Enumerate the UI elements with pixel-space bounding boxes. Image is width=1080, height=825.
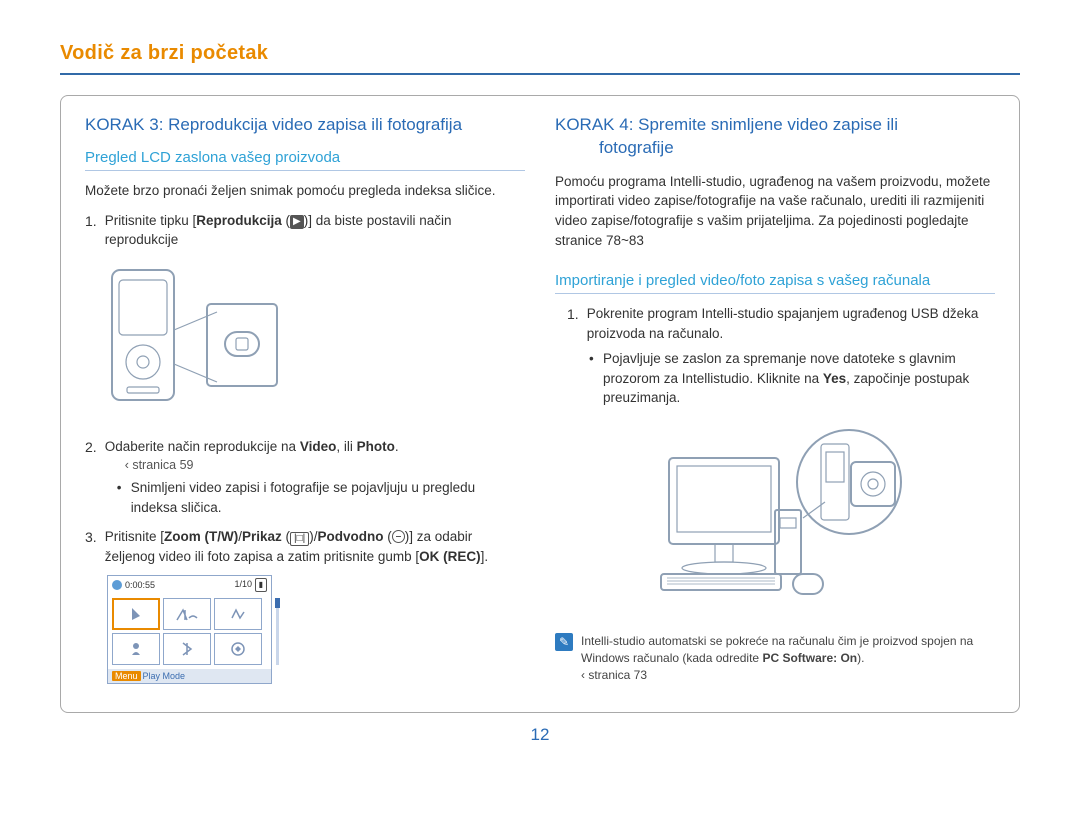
thumb-2 xyxy=(163,598,211,630)
step4-title-l2: fotografije xyxy=(555,137,674,160)
item3-b4: OK (REC) xyxy=(419,549,481,564)
step4-title-l1: KORAK 4: Spremite snimljene video zapise… xyxy=(555,115,898,134)
item1-bold: Reprodukcija xyxy=(196,213,282,228)
lcd-mode-label: Play Mode xyxy=(143,671,186,681)
rec-dot-icon xyxy=(112,580,122,590)
computer-figure xyxy=(555,422,995,615)
item3-mid1: (|□|)/ xyxy=(282,529,318,544)
num-3: 3. xyxy=(85,527,97,566)
item2-ref: ‹ stranica 59 xyxy=(125,456,525,474)
step4-title: KORAK 4: Spremite snimljene video zapise… xyxy=(555,114,995,160)
step3-title: KORAK 3: Reprodukcija video zapisa ili f… xyxy=(85,114,525,137)
note-b: PC Software: On xyxy=(762,651,857,665)
item3-b3: Podvodno xyxy=(318,529,384,544)
thumb-4 xyxy=(112,633,160,665)
step3-item1: 1. Pritisnite tipku [Reprodukcija (▶)] d… xyxy=(85,211,525,250)
r-num-1: 1. xyxy=(567,304,579,343)
item2-b1: Video xyxy=(300,439,337,454)
menu-tag: Menu xyxy=(112,671,141,681)
lcd-thumb-grid xyxy=(108,594,271,669)
item3-b1: Zoom (T/W) xyxy=(164,529,238,544)
note-icon: ✎ xyxy=(555,633,573,651)
item2-bullet: Snimljeni video zapisi i fotografije se … xyxy=(111,478,525,517)
lcd-preview: 0:00:55 1/10 ▮ MenuPlay Mode xyxy=(107,575,272,684)
step3-intro: Možete brzo pronaći željen snimak pomoću… xyxy=(85,181,525,201)
lcd-top-bar: 0:00:55 1/10 ▮ xyxy=(108,576,271,594)
note-post: ). xyxy=(857,651,864,665)
right-column: KORAK 4: Spremite snimljene video zapise… xyxy=(555,114,995,684)
step4-subtitle: Importiranje i pregled video/foto zapisa… xyxy=(555,272,995,294)
left-column: KORAK 3: Reprodukcija video zapisa ili f… xyxy=(85,114,525,684)
num-2: 2. xyxy=(85,437,97,522)
item2-b2: Photo xyxy=(357,439,395,454)
note-row: ✎ Intelli-studio automatski se pokreće n… xyxy=(555,633,995,683)
num-1: 1. xyxy=(85,211,97,250)
page-title: Vodič za brzi početak xyxy=(60,42,1020,65)
bullet-b: Yes xyxy=(823,371,846,386)
item3-b2: Prikaz xyxy=(242,529,282,544)
item1-pre: Pritisnite tipku [ xyxy=(105,213,197,228)
r-item1-text: Pokrenite program Intelli-studio spajanj… xyxy=(587,304,995,343)
thumb-5 xyxy=(163,633,211,665)
note-ref: ‹ stranica 73 xyxy=(581,667,995,684)
lcd-time: 0:00:55 xyxy=(125,580,155,590)
device-figure xyxy=(107,262,525,425)
note-text: Intelli-studio automatski se pokreće na … xyxy=(581,633,995,683)
item2-mid: , ili xyxy=(336,439,356,454)
page-number: 12 xyxy=(60,725,1020,745)
content-panel: KORAK 3: Reprodukcija video zapisa ili f… xyxy=(60,95,1020,713)
battery-icon: ▮ xyxy=(255,578,267,592)
item3-pre: Pritisnite [ xyxy=(105,529,164,544)
play-icon: ▶ xyxy=(290,215,304,230)
step3-subtitle: Pregled LCD zaslona vašeg proizvoda xyxy=(85,149,525,171)
thumb-3 xyxy=(214,598,262,630)
step3-item3: 3. Pritisnite [Zoom (T/W)/Prikaz (|□|)/P… xyxy=(85,527,525,566)
item2-post: . xyxy=(395,439,399,454)
thumb-6 xyxy=(214,633,262,665)
step4-item1: 1. Pokrenite program Intelli-studio spaj… xyxy=(567,304,995,343)
scroll-thumb xyxy=(275,598,280,608)
scroll-track xyxy=(276,598,279,665)
step3-item2: 2. Odaberite način reprodukcije na Video… xyxy=(85,437,525,522)
step4-bullet: Pojavljuje se zaslon za spremanje nove d… xyxy=(583,349,995,408)
underwater-icon xyxy=(392,530,405,543)
lcd-bottom-bar: MenuPlay Mode xyxy=(108,669,271,683)
header-divider xyxy=(60,73,1020,75)
item2-pre: Odaberite način reprodukcije na xyxy=(105,439,300,454)
lcd-count: 1/10 xyxy=(235,579,253,589)
item3-end: ]. xyxy=(481,549,489,564)
thumb-1 xyxy=(112,598,160,630)
display-icon: |□| xyxy=(290,532,309,546)
step4-para: Pomoću programa Intelli-studio, ugrađeno… xyxy=(555,172,995,250)
